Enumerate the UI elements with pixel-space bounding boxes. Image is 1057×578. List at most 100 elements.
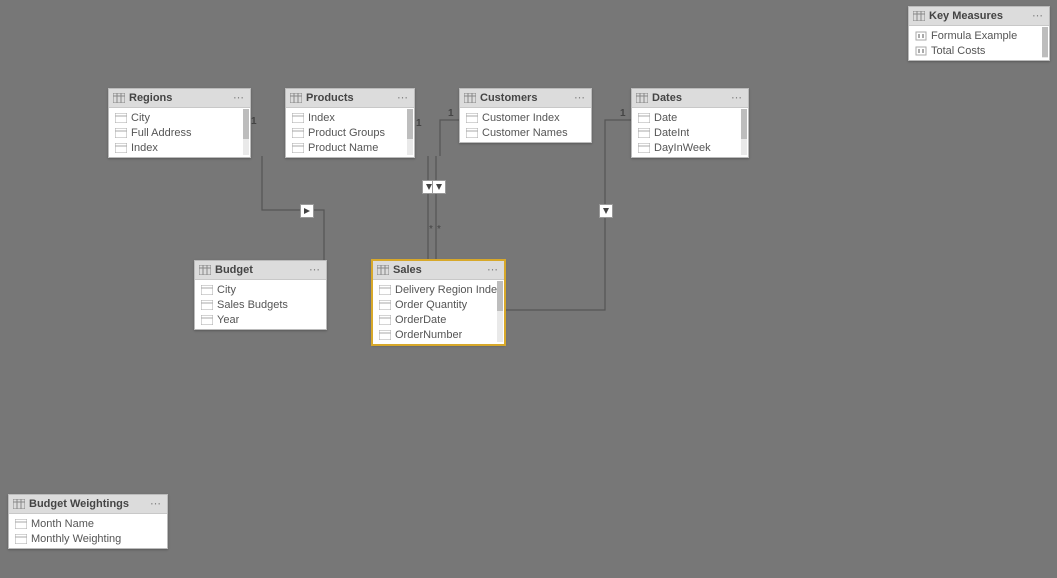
field[interactable]: Index (286, 110, 414, 125)
field[interactable]: Month Name (9, 516, 167, 531)
scrollbar[interactable] (1042, 27, 1048, 58)
direction-arrow-icon (300, 204, 314, 218)
table-header[interactable]: Dates ⋯ (632, 89, 748, 108)
table-budget[interactable]: Budget ⋯ City Sales Budgets Year (194, 260, 327, 330)
scrollbar[interactable] (243, 109, 249, 155)
field-label: Customer Index (482, 112, 560, 124)
field-label: OrderDate (395, 314, 446, 326)
relationship-lines (0, 0, 1057, 578)
direction-arrow-icon (432, 180, 446, 194)
field-list: Month Name Monthly Weighting (9, 514, 167, 548)
table-budget-weightings[interactable]: Budget Weightings ⋯ Month Name Monthly W… (8, 494, 168, 549)
column-icon (379, 300, 391, 310)
scroll-thumb[interactable] (407, 109, 413, 139)
table-header[interactable]: Key Measures ⋯ (909, 7, 1049, 26)
table-header[interactable]: Products ⋯ (286, 89, 414, 108)
column-icon (638, 143, 650, 153)
field-list: Customer Index Customer Names (460, 108, 591, 142)
column-icon (201, 300, 213, 310)
table-menu-icon[interactable]: ⋯ (573, 93, 587, 103)
table-menu-icon[interactable]: ⋯ (149, 499, 163, 509)
table-icon (636, 93, 648, 103)
field[interactable]: DayInWeek (632, 140, 748, 155)
table-customers[interactable]: Customers ⋯ Customer Index Customer Name… (459, 88, 592, 143)
field[interactable]: Product Name (286, 140, 414, 155)
table-products[interactable]: Products ⋯ Index Product Groups Product … (285, 88, 415, 158)
table-header[interactable]: Sales ⋯ (373, 261, 504, 280)
field[interactable]: DateInt (632, 125, 748, 140)
field[interactable]: Product Groups (286, 125, 414, 140)
table-key-measures[interactable]: Key Measures ⋯ Formula Example Total Cos… (908, 6, 1050, 61)
cardinality-many: * (437, 224, 441, 235)
table-header[interactable]: Budget Weightings ⋯ (9, 495, 167, 514)
scroll-thumb[interactable] (497, 281, 503, 311)
field[interactable]: Date (632, 110, 748, 125)
table-menu-icon[interactable]: ⋯ (396, 93, 410, 103)
cardinality-one: 1 (251, 116, 257, 127)
table-menu-icon[interactable]: ⋯ (486, 265, 500, 275)
scroll-thumb[interactable] (741, 109, 747, 139)
table-header[interactable]: Budget ⋯ (195, 261, 326, 280)
column-icon (638, 128, 650, 138)
table-sales[interactable]: Sales ⋯ Delivery Region Index Order Quan… (372, 260, 505, 345)
table-header[interactable]: Regions ⋯ (109, 89, 250, 108)
scrollbar[interactable] (407, 109, 413, 155)
field[interactable]: Full Address (109, 125, 250, 140)
column-icon (201, 315, 213, 325)
field-label: OrderNumber (395, 329, 462, 341)
table-menu-icon[interactable]: ⋯ (232, 93, 246, 103)
column-icon (15, 519, 27, 529)
field[interactable]: Customer Index (460, 110, 591, 125)
column-icon (292, 113, 304, 123)
field[interactable]: Monthly Weighting (9, 531, 167, 546)
field[interactable]: Delivery Region Index (373, 282, 504, 297)
column-icon (466, 113, 478, 123)
field[interactable]: Total Costs (909, 43, 1049, 58)
table-menu-icon[interactable]: ⋯ (730, 93, 744, 103)
table-title: Products (306, 92, 396, 104)
model-canvas[interactable]: { "tables": { "regions": {"title":"Regio… (0, 0, 1057, 578)
field-label: DayInWeek (654, 142, 711, 154)
field-label: Sales Budgets (217, 299, 288, 311)
cardinality-one: 1 (416, 118, 422, 129)
field-label: City (217, 284, 236, 296)
table-title: Budget (215, 264, 308, 276)
table-menu-icon[interactable]: ⋯ (308, 265, 322, 275)
column-icon (379, 315, 391, 325)
field[interactable]: City (195, 282, 326, 297)
field[interactable]: OrderDate (373, 312, 504, 327)
field-list: Formula Example Total Costs (909, 26, 1049, 60)
column-icon (379, 285, 391, 295)
table-icon (913, 11, 925, 21)
column-icon (466, 128, 478, 138)
table-regions[interactable]: Regions ⋯ City Full Address Index (108, 88, 251, 158)
table-header[interactable]: Customers ⋯ (460, 89, 591, 108)
field[interactable]: OrderNumber (373, 327, 504, 342)
field[interactable]: Formula Example (909, 28, 1049, 43)
field-label: Full Address (131, 127, 192, 139)
field-list: City Full Address Index (109, 108, 250, 157)
field-label: DateInt (654, 127, 689, 139)
field[interactable]: City (109, 110, 250, 125)
field[interactable]: Year (195, 312, 326, 327)
column-icon (379, 330, 391, 340)
field-label: Index (131, 142, 158, 154)
field-label: Formula Example (931, 30, 1017, 42)
table-icon (13, 499, 25, 509)
field-label: Month Name (31, 518, 94, 530)
field[interactable]: Index (109, 140, 250, 155)
table-title: Regions (129, 92, 232, 104)
field[interactable]: Customer Names (460, 125, 591, 140)
column-icon (115, 128, 127, 138)
field[interactable]: Order Quantity (373, 297, 504, 312)
scrollbar[interactable] (497, 281, 503, 342)
scroll-thumb[interactable] (1042, 27, 1048, 57)
table-menu-icon[interactable]: ⋯ (1031, 11, 1045, 21)
measure-icon (915, 46, 927, 56)
field[interactable]: Sales Budgets (195, 297, 326, 312)
scroll-thumb[interactable] (243, 109, 249, 139)
field-list: City Sales Budgets Year (195, 280, 326, 329)
table-dates[interactable]: Dates ⋯ Date DateInt DayInWeek (631, 88, 749, 158)
scrollbar[interactable] (741, 109, 747, 155)
field-list: Delivery Region Index Order Quantity Ord… (373, 280, 504, 344)
